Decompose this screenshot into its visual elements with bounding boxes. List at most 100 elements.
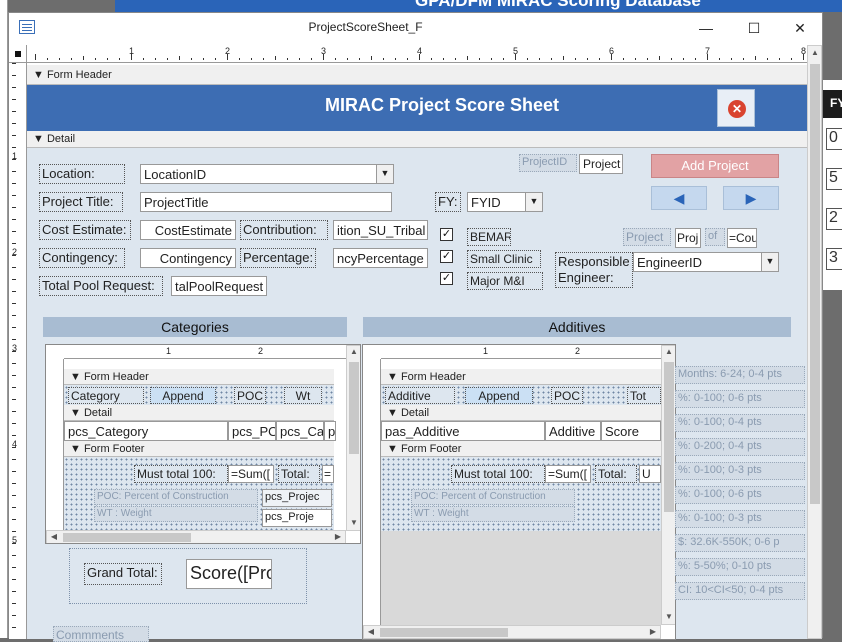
ruler-tick (12, 243, 16, 244)
chevron-down-icon[interactable]: ▼ (376, 165, 393, 183)
score-field[interactable]: Score (601, 421, 661, 441)
scrollbar-thumb[interactable] (380, 628, 508, 637)
ruler-tick (35, 54, 36, 60)
pcs-project-field[interactable]: pcs_Projec (262, 489, 332, 507)
detail-section-bar[interactable]: ▼ Detail (27, 131, 807, 148)
pcs-cat-field[interactable]: pcs_Cat (276, 421, 324, 441)
horizontal-ruler: 1 2 3 4 5 6 7 8 (27, 45, 807, 63)
scroll-up-arrow[interactable]: ▲ (347, 347, 360, 356)
sub-form-header-bar[interactable]: ▼ Form Header (64, 369, 334, 385)
project-title-field[interactable]: ProjectTitle (140, 192, 392, 212)
fy-combo[interactable]: FYID ▼ (467, 192, 543, 212)
chevron-down-icon[interactable]: ▼ (525, 193, 542, 211)
ruler-number: 1 (129, 46, 135, 56)
ruler-tick (12, 423, 16, 424)
additive-field[interactable]: Additive (545, 421, 601, 441)
scrollbar-thumb[interactable] (810, 64, 820, 504)
scroll-right-arrow[interactable]: ▶ (646, 627, 660, 636)
subform-vertical-ruler (46, 359, 64, 531)
scrollbar-thumb[interactable] (664, 362, 674, 512)
subform-vertical-ruler (363, 359, 381, 625)
ruler-tick (12, 339, 16, 340)
chevron-down-icon[interactable]: ▼ (761, 253, 778, 271)
subform-horizontal-scrollbar[interactable]: ◀ ▶ (363, 625, 661, 639)
sum-field[interactable]: =Sum([ (228, 465, 274, 483)
sub-detail-bar[interactable]: ▼ Detail (381, 405, 661, 421)
arrow-left-icon: ◀ (673, 190, 685, 206)
sub-form-footer-bar[interactable]: ▼ Form Footer (64, 441, 334, 457)
sub-form-footer-bar[interactable]: ▼ Form Footer (381, 441, 661, 457)
sub-form-header-bar[interactable]: ▼ Form Header (381, 369, 661, 385)
scroll-right-arrow[interactable]: ▶ (331, 532, 345, 541)
background-cell: 5 (826, 168, 842, 190)
ruler-tick (563, 56, 564, 60)
small-clinic-checkbox[interactable]: ✓ (440, 250, 453, 263)
next-record-button[interactable]: ▶ (723, 186, 779, 210)
pcs-poc-field[interactable]: pcs_PO (228, 421, 276, 441)
background-datasheet: FY 0 5 2 3 (822, 80, 842, 290)
add-project-button[interactable]: Add Project (651, 154, 779, 178)
form-header-section-bar[interactable]: ▼ Form Header (27, 65, 807, 85)
ruler-tick (371, 56, 372, 60)
location-combo[interactable]: LocationID ▼ (140, 164, 394, 184)
total-pool-request-field[interactable]: talPoolRequest (171, 276, 267, 296)
record-count-field[interactable]: =Cou (727, 228, 757, 248)
ruler-tick (263, 58, 264, 60)
project-counter-field[interactable]: Proj (675, 228, 701, 248)
ruler-tick (779, 58, 780, 60)
scrollbar-thumb[interactable] (63, 533, 191, 542)
vertical-scrollbar[interactable]: ▲ (807, 45, 822, 639)
percentage-field[interactable]: ncyPercentage (333, 248, 428, 268)
scroll-down-arrow[interactable]: ▼ (662, 612, 675, 621)
ruler-tick (395, 58, 396, 60)
scroll-left-arrow[interactable]: ◀ (47, 532, 61, 541)
comments-label: Commments (53, 626, 149, 642)
ruler-tick (275, 56, 276, 60)
bemar-checkbox[interactable]: ✓ (440, 228, 453, 241)
contingency-field[interactable]: Contingency (140, 248, 236, 268)
ruler-number: 7 (705, 46, 711, 56)
subform-vertical-scrollbar[interactable]: ▲ ▼ (346, 345, 360, 531)
pcs-extra-field[interactable]: p (324, 421, 336, 441)
ruler-tick (683, 58, 684, 60)
ruler-tick (12, 291, 16, 292)
close-form-button[interactable]: ✕ (717, 89, 755, 127)
total-field[interactable]: = (322, 465, 334, 483)
ruler-tick (407, 58, 408, 60)
ruler-tick (335, 58, 336, 60)
ruler-tick (47, 58, 48, 60)
grand-total-field[interactable]: Score([Pro (186, 559, 272, 589)
subform-vertical-scrollbar[interactable]: ▲ ▼ (661, 345, 675, 625)
previous-record-button[interactable]: ◀ (651, 186, 707, 210)
scroll-left-arrow[interactable]: ◀ (364, 627, 378, 636)
scrollbar-thumb[interactable] (349, 362, 359, 454)
criteria-item: Months: 6-24; 0-4 pts (675, 366, 805, 384)
contribution-field[interactable]: ition_SU_Tribal (333, 220, 428, 240)
ruler-tick (479, 58, 480, 60)
scroll-up-arrow[interactable]: ▲ (808, 48, 822, 57)
sub-footer-area: Must total 100: =Sum([ Total: U POC: Per… (381, 457, 661, 531)
sub-detail-bar[interactable]: ▼ Detail (64, 405, 334, 421)
scroll-down-arrow[interactable]: ▼ (347, 518, 360, 527)
total-field[interactable]: U (639, 465, 661, 483)
sum-field[interactable]: =Sum([ (545, 465, 591, 483)
pas-additive-field[interactable]: pas_Additive (381, 421, 545, 441)
ruler-tick (12, 531, 16, 532)
engineer-combo[interactable]: EngineerID ▼ (633, 252, 779, 272)
major-mi-checkbox[interactable]: ✓ (440, 272, 453, 285)
scroll-up-arrow[interactable]: ▲ (662, 347, 675, 356)
pcs-project-field-2[interactable]: pcs_Proje (262, 509, 332, 527)
pcs-category-field[interactable]: pcs_Category (64, 421, 228, 441)
minimize-button[interactable]: — (683, 13, 729, 43)
maximize-button[interactable]: ☐ (731, 13, 777, 43)
close-button[interactable]: ✕ (777, 13, 823, 43)
append-additive-button[interactable]: Append (465, 387, 533, 404)
project-id-field[interactable]: Project (579, 154, 623, 174)
window-title-bar[interactable]: ProjectScoreSheet_F — ☐ ✕ (9, 13, 822, 43)
cost-estimate-field[interactable]: CostEstimate (140, 220, 236, 240)
form-selector[interactable] (9, 45, 27, 63)
append-category-button[interactable]: Append (150, 387, 216, 404)
sub-form-footer-label: Form Footer (400, 443, 462, 455)
ruler-tick (287, 58, 288, 60)
subform-horizontal-scrollbar[interactable]: ◀ ▶ (46, 530, 346, 543)
